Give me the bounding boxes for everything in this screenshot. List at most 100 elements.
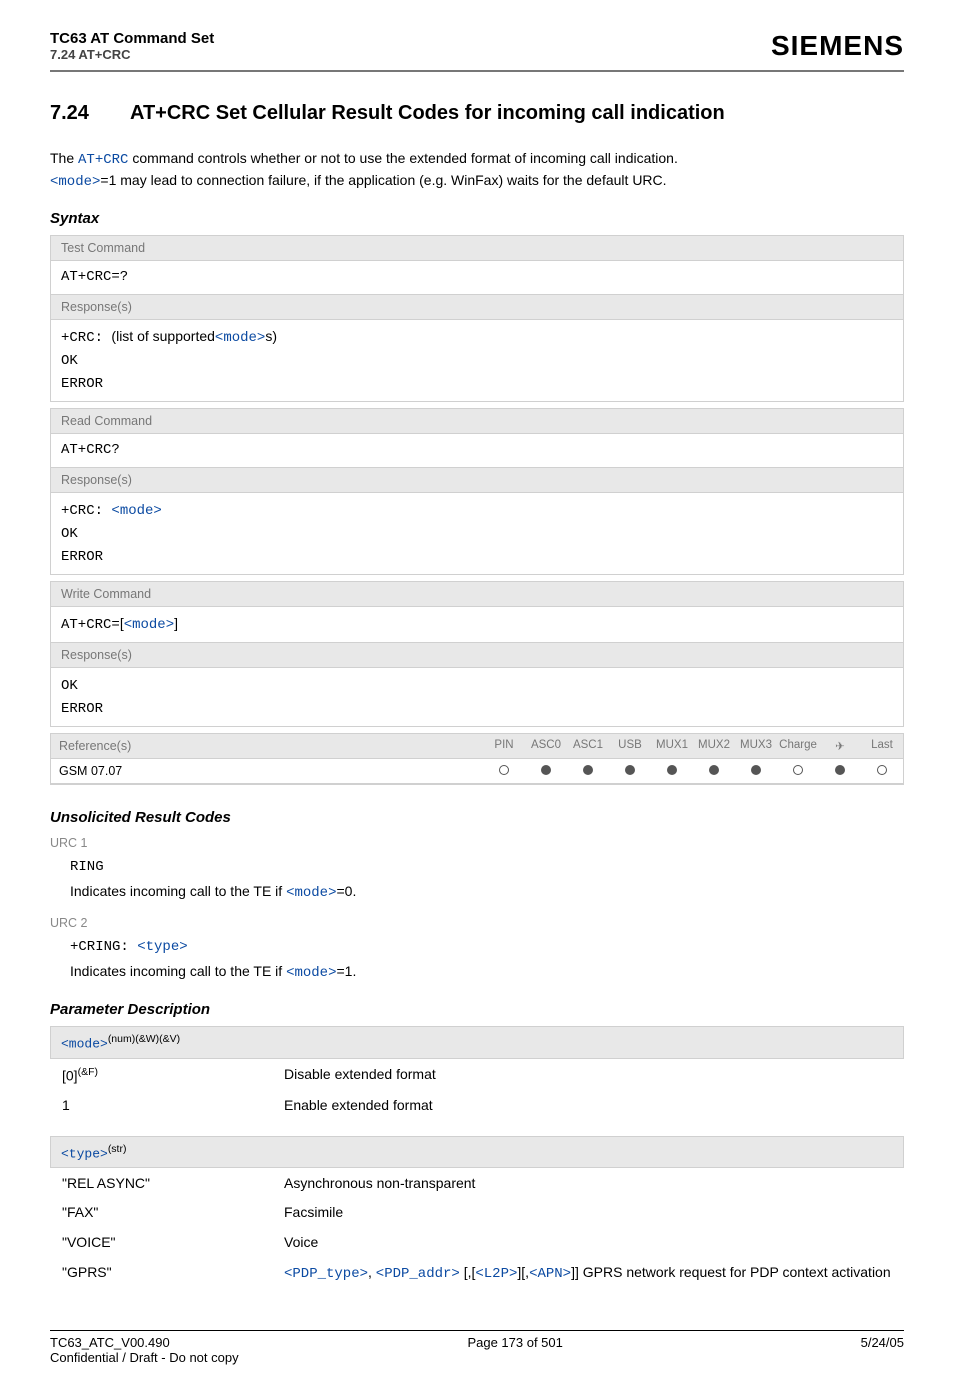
write-response-header: Response(s) [51,643,903,668]
intro-cmd-link[interactable]: AT+CRC [78,152,128,168]
col-pin: PIN [483,734,525,759]
read-command-cmd: AT+CRC? [51,434,903,468]
param-type-header: <type>(str) [50,1136,904,1168]
gprs-c1: , [368,1264,376,1280]
param-mode-row-1: 1 Enable extended format [52,1092,902,1120]
param-type-row-gprs: "GPRS" <PDP_type>, <PDP_addr> [,[<L2P>][… [52,1259,902,1289]
read-response-header: Response(s) [51,468,903,493]
intro-paragraph: The AT+CRC command controls whether or n… [50,149,904,192]
write-error: ERROR [61,701,103,717]
test-response-body: +CRC: (list of supported<mode>s) OK ERRO… [51,320,903,401]
param-type-desc-1: Facsimile [274,1199,902,1227]
param-mode-sup: (num)(&W)(&V) [108,1033,180,1045]
circle-full-icon [541,765,551,775]
urc2-code-pre: +CRING: [70,939,137,955]
dot-last [861,759,903,784]
param-type-desc-gprs: <PDP_type>, <PDP_addr> [,[<L2P>][,<APN>]… [274,1259,902,1289]
circle-full-icon [667,765,677,775]
param-mode-block: <mode>(num)(&W)(&V) [0](&F) Disable exte… [50,1026,904,1121]
test-command-block: Test Command AT+CRC=? Response(s) +CRC: … [50,235,904,402]
header-left: TC63 AT Command Set 7.24 AT+CRC [50,30,214,62]
gprs-c3: ][, [517,1264,529,1280]
doc-title: TC63 AT Command Set [50,30,214,47]
l2p-link[interactable]: <L2P> [475,1266,517,1282]
param-type-block: <type>(str) "REL ASYNC" Asynchronous non… [50,1136,904,1291]
param-mode-keysup-0: (&F) [78,1066,98,1078]
write-mode-link[interactable]: <mode> [124,617,174,633]
intro-text1: The [50,150,78,166]
intro-text3: =1 may lead to connection failure, if th… [100,172,666,188]
param-heading: Parameter Description [50,1001,904,1018]
intro-mode-link[interactable]: <mode> [50,174,100,190]
test-resp-list: (list of supported [111,328,215,344]
param-mode-row-0: [0](&F) Disable extended format [52,1061,902,1090]
urc-heading: Unsolicited Result Codes [50,809,904,826]
write-command-header: Write Command [51,582,903,607]
param-type-desc-2: Voice [274,1229,902,1257]
col-usb: USB [609,734,651,759]
urc2-mode-link[interactable]: <mode> [286,965,336,981]
param-type-key-1: "FAX" [52,1199,272,1227]
urc1-body: RING Indicates incoming call to the TE i… [70,854,904,906]
test-response-header: Response(s) [51,295,903,320]
test-resp-mode-link[interactable]: <mode> [215,330,265,346]
write-cmd-prefix: AT+CRC= [61,617,120,633]
col-airplane: ✈ [819,734,861,759]
footer-row: TC63_ATC_V00.490 Page 173 of 501 5/24/05 [50,1335,904,1350]
write-bracket2: ] [174,615,178,631]
circle-full-icon [751,765,761,775]
reference-header: Reference(s) [51,734,483,759]
param-type-name[interactable]: <type> [61,1146,108,1161]
footer-right: 5/24/05 [861,1335,904,1350]
urc1-desc-post: =0. [337,883,357,899]
test-resp-prefix: +CRC: [61,330,111,346]
section-title: 7.24 AT+CRC Set Cellular Result Codes fo… [50,102,904,125]
test-command-header: Test Command [51,236,903,261]
footer-divider [50,1330,904,1331]
gprs-c4: ]] GPRS network request for PDP context … [571,1264,891,1280]
param-type-sup: (str) [108,1143,127,1155]
urc2-label: URC 2 [50,916,904,930]
param-mode-table: [0](&F) Disable extended format 1 Enable… [50,1059,904,1122]
circle-empty-icon [877,765,887,775]
reference-value: GSM 07.07 [51,759,483,784]
write-ok: OK [61,678,78,694]
param-mode-name[interactable]: <mode> [61,1037,108,1052]
dot-asc0 [525,759,567,784]
urc1-label: URC 1 [50,836,904,850]
urc1-desc-pre: Indicates incoming call to the TE if [70,883,286,899]
pdp-type-link[interactable]: <PDP_type> [284,1266,368,1282]
section-number: 7.24 [50,102,130,125]
footer-left: TC63_ATC_V00.490 [50,1335,170,1350]
read-error: ERROR [61,549,103,565]
circle-full-icon [583,765,593,775]
read-resp-mode-link[interactable]: <mode> [111,503,161,519]
col-asc0: ASC0 [525,734,567,759]
param-mode-header: <mode>(num)(&W)(&V) [50,1026,904,1058]
urc1-mode-link[interactable]: <mode> [286,885,336,901]
doc-subtitle: 7.24 AT+CRC [50,47,214,62]
dot-mux2 [693,759,735,784]
param-type-key-2: "VOICE" [52,1229,272,1257]
gprs-c2: [,[ [460,1264,476,1280]
pdp-addr-link[interactable]: <PDP_addr> [376,1266,460,1282]
dot-mux1 [651,759,693,784]
test-resp-suffix: s) [265,328,277,344]
urc2-type-link[interactable]: <type> [137,939,187,955]
page-footer: TC63_ATC_V00.490 Page 173 of 501 5/24/05… [50,1330,904,1365]
apn-link[interactable]: <APN> [529,1266,571,1282]
param-type-key-0: "REL ASYNC" [52,1170,272,1198]
write-response-body: OK ERROR [51,668,903,726]
dot-asc1 [567,759,609,784]
read-command-header: Read Command [51,409,903,434]
circle-full-icon [835,765,845,775]
header-divider [50,70,904,72]
reference-grid: PIN ASC0 ASC1 USB MUX1 MUX2 MUX3 Charge … [483,734,903,784]
intro-text2: command controls whether or not to use t… [128,150,677,166]
param-mode-desc-1: Enable extended format [274,1092,902,1120]
param-mode-key-0: [0] [62,1067,78,1083]
urc2-desc-post: =1. [337,963,357,979]
dot-airplane [819,759,861,784]
circle-full-icon [709,765,719,775]
circle-full-icon [625,765,635,775]
